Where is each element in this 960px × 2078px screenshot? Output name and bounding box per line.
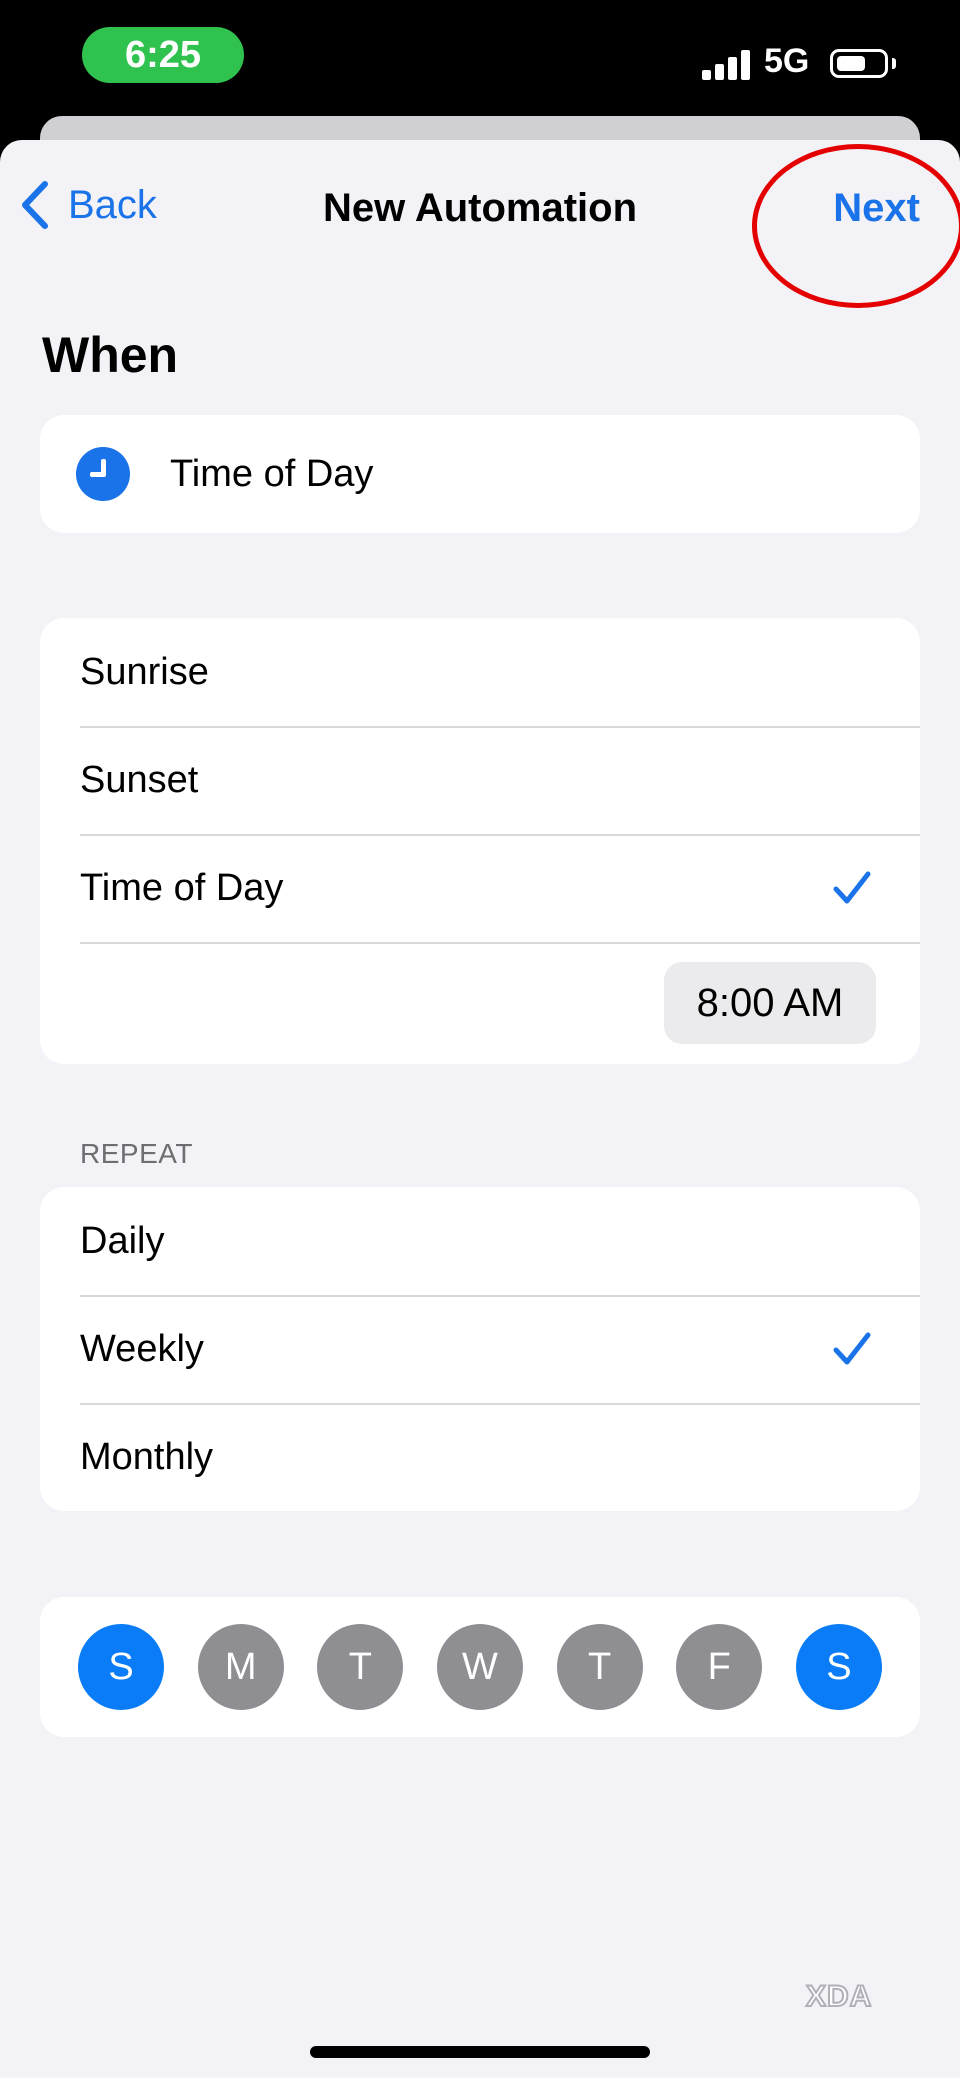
option-label: Sunset — [80, 758, 199, 801]
day-friday[interactable]: F — [676, 1624, 763, 1710]
navigation-bar: Back New Automation Next — [0, 140, 960, 308]
option-label: Time of Day — [80, 866, 284, 909]
day-wednesday[interactable]: W — [436, 1624, 523, 1710]
clock-icon — [76, 447, 130, 501]
repeat-monthly[interactable]: Monthly — [40, 1403, 920, 1511]
network-type: 5G — [764, 42, 810, 80]
highlight-circle — [752, 144, 960, 308]
day-selector: S M T W T F S — [40, 1597, 920, 1737]
automation-sheet: Back New Automation Next When Time of Da… — [0, 140, 960, 2078]
day-tuesday[interactable]: T — [317, 1624, 404, 1710]
time-picker-row: 8:00 AM — [40, 942, 920, 1064]
option-label: Sunrise — [80, 650, 209, 693]
repeat-daily[interactable]: Daily — [40, 1187, 920, 1295]
day-sunday[interactable]: S — [78, 1624, 164, 1710]
option-sunset[interactable]: Sunset — [40, 726, 920, 834]
cellular-signal-icon — [702, 50, 752, 80]
day-monday[interactable]: M — [197, 1624, 284, 1710]
repeat-label: Monthly — [80, 1435, 214, 1478]
battery-nub — [892, 58, 896, 69]
day-thursday[interactable]: T — [556, 1624, 643, 1710]
battery-icon — [830, 49, 888, 78]
time-picker-button[interactable]: 8:00 AM — [664, 962, 876, 1044]
repeat-label: Daily — [80, 1219, 165, 1262]
day-saturday[interactable]: S — [795, 1624, 882, 1710]
option-sunrise[interactable]: Sunrise — [40, 618, 920, 726]
xda-watermark: XDA — [805, 1979, 873, 2014]
status-bar: 6:25 5G — [0, 0, 960, 120]
repeat-section-header: REPEAT — [80, 1138, 193, 1169]
home-indicator[interactable] — [310, 2046, 650, 2058]
time-options-card: Sunrise Sunset Time of Day 8:00 AM — [40, 618, 920, 1064]
when-heading: When — [42, 327, 179, 383]
repeat-label: Weekly — [80, 1327, 204, 1370]
days-card: S M T W T F S — [40, 1597, 920, 1737]
checkmark-icon — [833, 871, 871, 904]
repeat-weekly[interactable]: Weekly — [40, 1295, 920, 1403]
option-time-of-day[interactable]: Time of Day — [40, 834, 920, 942]
status-time: 6:25 — [82, 27, 244, 83]
checkmark-icon — [833, 1332, 871, 1365]
trigger-label: Time of Day — [170, 452, 374, 495]
trigger-card[interactable]: Time of Day — [40, 415, 920, 533]
repeat-card: Daily Weekly Monthly — [40, 1187, 920, 1511]
trigger-row[interactable]: Time of Day — [40, 415, 920, 533]
